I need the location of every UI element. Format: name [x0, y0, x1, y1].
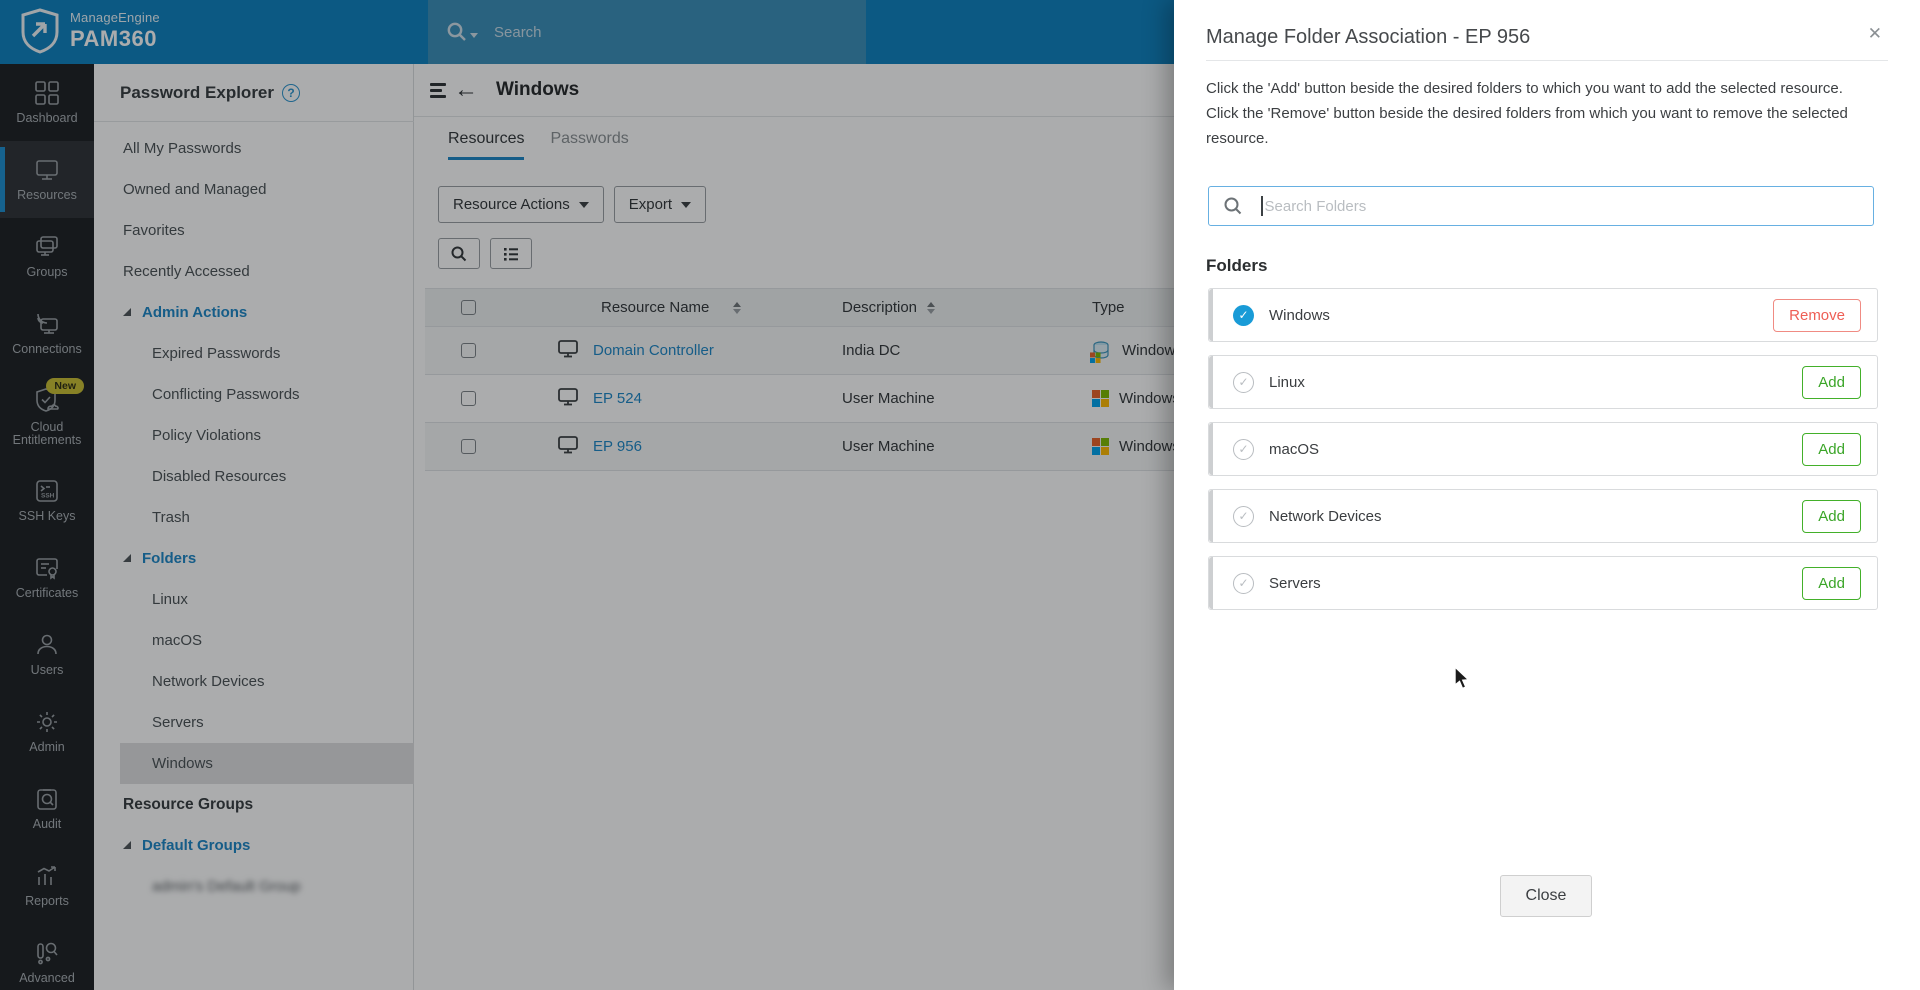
folder-search-placeholder: Search Folders	[1265, 198, 1367, 215]
add-button[interactable]: Add	[1802, 567, 1861, 600]
folder-search-input[interactable]: Search Folders	[1208, 186, 1874, 226]
modal-title: Manage Folder Association - EP 956	[1206, 26, 1530, 49]
folder-list: ✓ Windows Remove ✓ Linux Add ✓ macOS Add…	[1208, 288, 1878, 623]
folder-row-servers: ✓ Servers Add	[1208, 556, 1878, 610]
pam360-app: ManageEngine PAM360 Search Dashboard Res…	[0, 0, 1920, 990]
folder-name: Linux	[1269, 374, 1305, 391]
folder-name: Windows	[1269, 307, 1330, 324]
unassociated-check-icon: ✓	[1233, 372, 1254, 393]
folders-section-title: Folders	[1206, 256, 1267, 276]
add-button[interactable]: Add	[1802, 500, 1861, 533]
unassociated-check-icon: ✓	[1233, 506, 1254, 527]
folder-name: Network Devices	[1269, 508, 1382, 525]
modal-backdrop	[0, 0, 1174, 990]
unassociated-check-icon: ✓	[1233, 439, 1254, 460]
add-button[interactable]: Add	[1802, 433, 1861, 466]
folder-name: macOS	[1269, 441, 1319, 458]
folder-row-network-devices: ✓ Network Devices Add	[1208, 489, 1878, 543]
folder-name: Servers	[1269, 575, 1321, 592]
modal-instructions: Click the 'Add' button beside the desire…	[1206, 76, 1870, 151]
remove-button[interactable]: Remove	[1773, 299, 1861, 332]
close-icon[interactable]: ✕	[1868, 24, 1882, 44]
unassociated-check-icon: ✓	[1233, 573, 1254, 594]
folder-row-linux: ✓ Linux Add	[1208, 355, 1878, 409]
associated-check-icon: ✓	[1233, 305, 1254, 326]
folder-row-windows: ✓ Windows Remove	[1208, 288, 1878, 342]
folder-row-macos: ✓ macOS Add	[1208, 422, 1878, 476]
text-caret	[1261, 196, 1263, 216]
search-icon	[1223, 196, 1243, 216]
modal-title-divider	[1206, 60, 1888, 61]
add-button[interactable]: Add	[1802, 366, 1861, 399]
mouse-cursor	[1452, 666, 1474, 692]
manage-folder-association-modal: Manage Folder Association - EP 956 ✕ Cli…	[1174, 0, 1920, 990]
close-button[interactable]: Close	[1500, 875, 1592, 917]
